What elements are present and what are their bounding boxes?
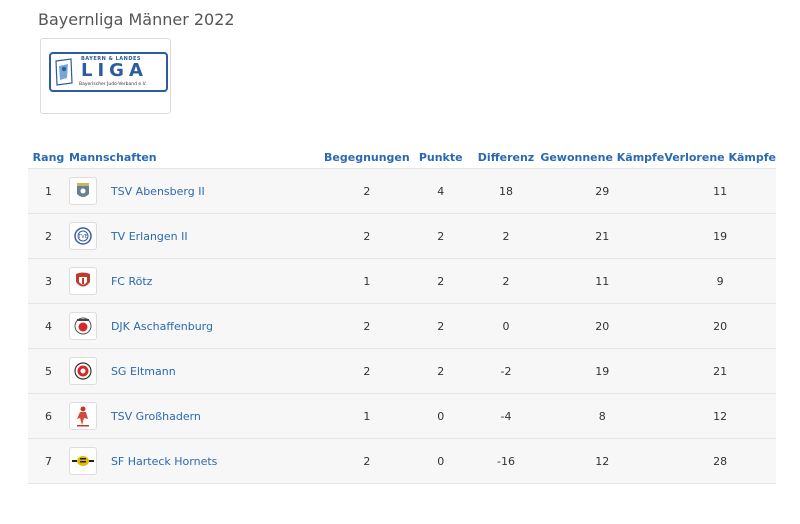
team-logo[interactable]: [68, 402, 97, 430]
matches-cell: 1: [324, 393, 410, 439]
won-cell: 20: [540, 303, 665, 349]
aschaffenburg-emblem-icon: [73, 316, 93, 336]
team-cell: DJK Aschaffenburg: [68, 303, 325, 349]
team-logo[interactable]: [68, 447, 97, 475]
team-logo[interactable]: [68, 312, 97, 340]
diff-cell: 2: [471, 258, 541, 304]
table-row: 4 DJK Aschaffenburg 2 2 0 20 20: [28, 303, 776, 349]
table-row: 1 TSV Abensberg II 2 4 18 29 11: [28, 168, 776, 214]
lost-cell: 21: [664, 348, 776, 394]
lost-cell: 28: [664, 438, 776, 484]
eltmann-roundel-icon: [73, 361, 93, 381]
rank-cell: 4: [28, 303, 69, 349]
diff-cell: -2: [471, 348, 541, 394]
matches-cell: 2: [324, 348, 410, 394]
team-cell: FC Rötz: [68, 258, 325, 304]
lost-cell: 20: [664, 303, 776, 349]
matches-cell: 1: [324, 258, 410, 304]
abensberg-crest-icon: [74, 181, 92, 201]
points-cell: 0: [409, 393, 472, 439]
team-logo[interactable]: TVE: [68, 222, 97, 250]
logo-sub-text: Bayerischer Judo-Verband e.V.: [79, 82, 147, 87]
points-cell: 2: [409, 348, 472, 394]
team-cell: SF Harteck Hornets: [68, 438, 325, 484]
hornets-wordmark-icon: [71, 453, 95, 469]
points-cell: 0: [409, 438, 472, 484]
team-cell: SG Eltmann: [68, 348, 325, 394]
diff-cell: 18: [471, 168, 541, 214]
matches-cell: 2: [324, 213, 410, 259]
rank-cell: 3: [28, 258, 69, 304]
lost-cell: 19: [664, 213, 776, 259]
judo-emblem-icon: [55, 58, 73, 86]
won-cell: 21: [540, 213, 665, 259]
header-rank[interactable]: Rang: [28, 146, 69, 169]
table-row: 7 SF Harteck Hornets 2 0 -16 12 28: [28, 438, 776, 484]
lost-cell: 12: [664, 393, 776, 439]
rank-cell: 5: [28, 348, 69, 394]
matches-cell: 2: [324, 168, 410, 214]
rank-cell: 2: [28, 213, 69, 259]
team-name-link[interactable]: DJK Aschaffenburg: [111, 320, 213, 333]
roetz-shield-icon: [74, 271, 92, 291]
diff-cell: -4: [471, 393, 541, 439]
lost-cell: 11: [664, 168, 776, 214]
team-cell: TVE TV Erlangen II: [68, 213, 325, 259]
diff-cell: 0: [471, 303, 541, 349]
rank-cell: 6: [28, 393, 69, 439]
won-cell: 12: [540, 438, 665, 484]
team-name-link[interactable]: TSV Großhadern: [111, 410, 201, 423]
team-logo[interactable]: [68, 357, 97, 385]
won-cell: 19: [540, 348, 665, 394]
table-header-row: Rang Mannschaften Begegnungen Punkte Dif…: [28, 146, 776, 169]
won-cell: 8: [540, 393, 665, 439]
rank-cell: 1: [28, 168, 69, 214]
diff-cell: -16: [471, 438, 541, 484]
points-cell: 4: [409, 168, 472, 214]
table-row: 3 FC Rötz 1 2 2 11 9: [28, 258, 776, 304]
table-row: 2 TVE TV Erlangen II 2 2 2 21 19: [28, 213, 776, 259]
liga-badge: BAYERN & LANDES LIGA Bayerischer Judo-Ve…: [49, 52, 168, 92]
erlangen-badge-icon: TVE: [73, 226, 93, 246]
header-diff[interactable]: Differenz: [472, 146, 541, 169]
matches-cell: 2: [324, 438, 410, 484]
team-name-link[interactable]: SG Eltmann: [111, 365, 176, 378]
grosshadern-judoka-icon: [74, 405, 92, 427]
team-logo[interactable]: [68, 267, 97, 295]
standings-table: Rang Mannschaften Begegnungen Punkte Dif…: [28, 146, 776, 484]
header-lost[interactable]: Verlorene Kämpfe: [664, 146, 776, 169]
won-cell: 11: [540, 258, 665, 304]
rank-cell: 7: [28, 438, 69, 484]
table-row: 6 TSV Großhadern 1 0 -4 8 12: [28, 393, 776, 439]
header-won[interactable]: Gewonnene Kämpfe: [540, 146, 664, 169]
team-cell: TSV Großhadern: [68, 393, 325, 439]
logo-main-text: LIGA: [81, 60, 148, 81]
points-cell: 2: [409, 303, 472, 349]
table-row: 5 SG Eltmann 2 2 -2 19 21: [28, 348, 776, 394]
points-cell: 2: [409, 258, 472, 304]
team-name-link[interactable]: TSV Abensberg II: [111, 185, 205, 198]
header-points[interactable]: Punkte: [410, 146, 472, 169]
team-name-link[interactable]: TV Erlangen II: [111, 230, 188, 243]
won-cell: 29: [540, 168, 665, 214]
matches-cell: 2: [324, 303, 410, 349]
team-name-link[interactable]: SF Harteck Hornets: [111, 455, 217, 468]
team-cell: TSV Abensberg II: [68, 168, 325, 214]
league-logo: BAYERN & LANDES LIGA Bayerischer Judo-Ve…: [40, 38, 171, 114]
header-team[interactable]: Mannschaften: [69, 146, 324, 169]
header-matches[interactable]: Begegnungen: [324, 146, 410, 169]
team-name-link[interactable]: FC Rötz: [111, 275, 152, 288]
page-title: Bayernliga Männer 2022: [38, 10, 235, 29]
team-logo[interactable]: [68, 177, 97, 205]
svg-text:TVE: TVE: [77, 234, 88, 240]
points-cell: 2: [409, 213, 472, 259]
lost-cell: 9: [664, 258, 776, 304]
diff-cell: 2: [471, 213, 541, 259]
